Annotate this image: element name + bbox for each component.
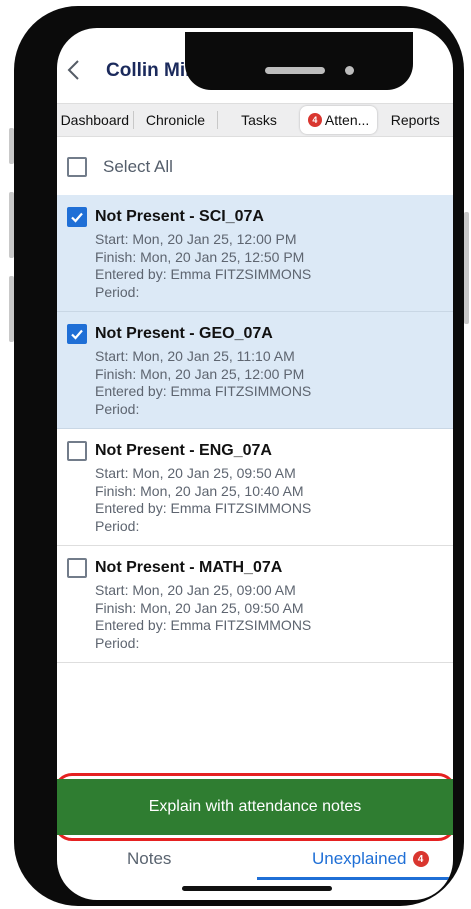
power-button — [464, 212, 469, 324]
item-entered-by: Entered by: Emma FITZSIMMONS — [95, 266, 312, 282]
tab-attendance[interactable]: 4 Atten... — [299, 106, 378, 134]
active-tab-indicator — [257, 877, 453, 880]
checkmark-icon — [71, 212, 83, 223]
item-finish: Finish: Mon, 20 Jan 25, 12:50 PM — [95, 248, 305, 265]
phone-frame: Collin Miles Dashboard Chronicle Tasks 4… — [14, 6, 464, 906]
tab-dashboard[interactable]: Dashboard — [57, 106, 133, 134]
tab-badge: 4 — [307, 113, 322, 127]
item-finish: Finish: Mon, 20 Jan 25, 09:50 AM — [95, 599, 304, 616]
tab-label: Dashboard — [60, 112, 130, 128]
section-tabs: Dashboard Chronicle Tasks 4 Atten... Rep… — [57, 103, 453, 137]
chevron-left-icon[interactable] — [63, 56, 87, 84]
tab-label: Notes — [127, 849, 172, 868]
tab-label: Unexplained — [312, 849, 407, 868]
tab-unexplained[interactable]: Unexplained 4 — [312, 844, 429, 874]
checkmark-icon — [71, 329, 83, 340]
phone-screen: Collin Miles Dashboard Chronicle Tasks 4… — [57, 28, 453, 900]
tab-label: Tasks — [241, 112, 277, 128]
item-title: Not Present - ENG_07A — [95, 442, 272, 459]
item-entered-by: Entered by: Emma FITZSIMMONS — [95, 383, 312, 399]
tab-label: Atten... — [324, 112, 370, 128]
tab-reports[interactable]: Reports — [377, 106, 453, 134]
item-checkbox[interactable] — [67, 558, 87, 578]
explain-with-attendance-notes-button[interactable]: Explain with attendance notes — [57, 779, 453, 835]
tab-chronicle[interactable]: Chronicle — [134, 106, 218, 134]
item-start: Start: Mon, 20 Jan 25, 09:00 AM — [95, 582, 296, 598]
select-all-row[interactable]: Select All — [67, 155, 173, 179]
item-checkbox[interactable] — [67, 441, 87, 461]
tab-notes[interactable]: Notes — [127, 844, 171, 874]
tab-label: Chronicle — [145, 112, 205, 128]
bottom-tab-bar: Notes Unexplained 4 — [57, 841, 453, 881]
item-period: Period: — [95, 634, 140, 651]
tab-label: Reports — [390, 112, 440, 128]
explain-button-highlight: Explain with attendance notes — [57, 773, 453, 841]
item-period: Period: — [95, 517, 140, 534]
speaker-grille — [265, 67, 325, 74]
item-period: Period: — [95, 400, 140, 417]
item-start: Start: Mon, 20 Jan 25, 11:10 AM — [95, 348, 295, 364]
item-title: Not Present - MATH_07A — [95, 559, 283, 576]
unexplained-count-badge: 4 — [412, 851, 429, 867]
item-checkbox[interactable] — [67, 207, 87, 227]
attendance-list: Not Present - SCI_07A Start: Mon, 20 Jan… — [57, 195, 453, 663]
list-item[interactable]: Not Present - MATH_07A Start: Mon, 20 Ja… — [57, 546, 453, 663]
item-period: Period: — [95, 283, 140, 300]
item-checkbox[interactable] — [67, 324, 87, 344]
item-start: Start: Mon, 20 Jan 25, 12:00 PM — [95, 231, 297, 247]
select-all-checkbox[interactable] — [67, 157, 87, 177]
item-title: Not Present - GEO_07A — [95, 325, 273, 342]
tab-tasks[interactable]: Tasks — [218, 106, 300, 134]
list-item[interactable]: Not Present - SCI_07A Start: Mon, 20 Jan… — [57, 195, 453, 312]
home-indicator[interactable] — [182, 886, 332, 891]
item-start: Start: Mon, 20 Jan 25, 09:50 AM — [95, 465, 296, 481]
front-camera — [345, 66, 354, 75]
item-title: Not Present - SCI_07A — [95, 208, 264, 225]
item-finish: Finish: Mon, 20 Jan 25, 12:00 PM — [95, 365, 305, 382]
list-item[interactable]: Not Present - ENG_07A Start: Mon, 20 Jan… — [57, 429, 453, 546]
item-entered-by: Entered by: Emma FITZSIMMONS — [95, 617, 312, 633]
notch — [185, 32, 413, 90]
item-finish: Finish: Mon, 20 Jan 25, 10:40 AM — [95, 482, 304, 499]
item-entered-by: Entered by: Emma FITZSIMMONS — [95, 500, 312, 516]
list-item[interactable]: Not Present - GEO_07A Start: Mon, 20 Jan… — [57, 312, 453, 429]
select-all-label: Select All — [103, 157, 173, 176]
